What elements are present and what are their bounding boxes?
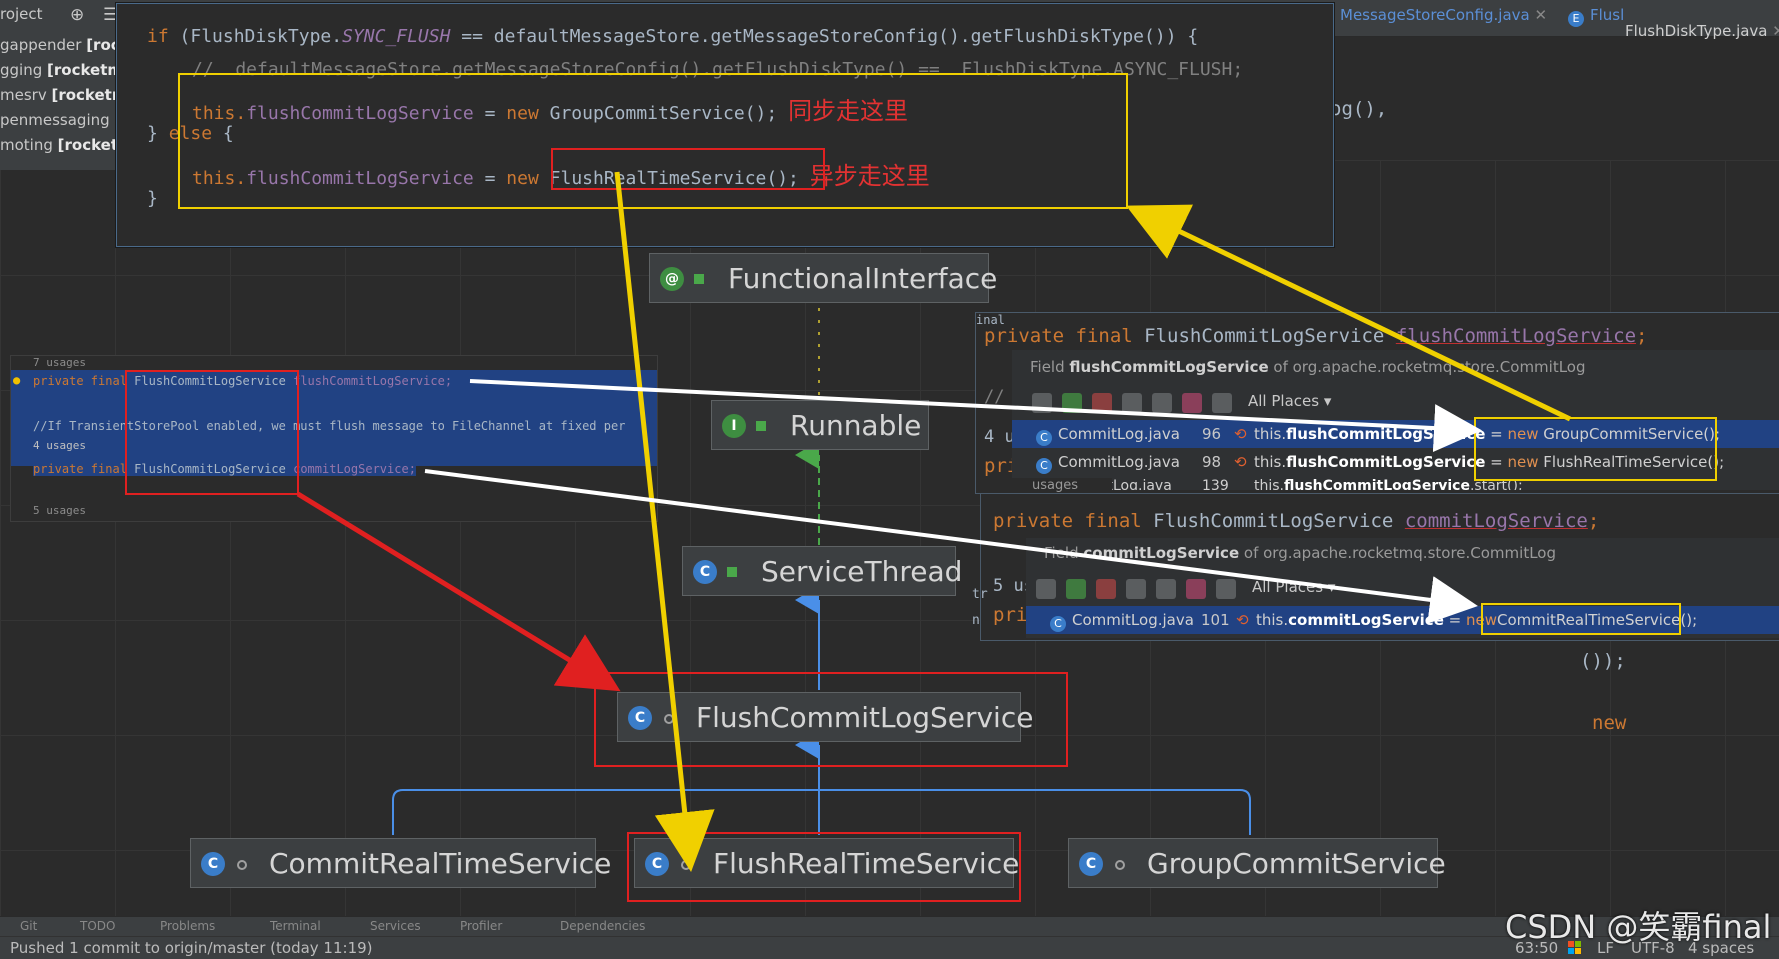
watermark: CSDN @笑霸final (1505, 908, 1772, 946)
toolwindow-todo[interactable]: TODO (80, 919, 115, 933)
arrow-white-flush (469, 379, 1482, 453)
toolwindow-git[interactable]: Git (20, 919, 37, 933)
annotation-arrows (296, 171, 1572, 872)
status-message[interactable]: Pushed 1 commit to origin/master (today … (10, 939, 373, 957)
toolwindow-profiler[interactable]: Profiler (460, 919, 502, 933)
arrow-white-commit (424, 469, 1478, 624)
arrow-yellow-group (1125, 204, 1572, 422)
arrow-yellow-realtime (614, 171, 715, 872)
toolwindow-terminal[interactable]: Terminal (270, 919, 321, 933)
arrow-red-type-to-node (296, 491, 621, 692)
toolwindow-services[interactable]: Services (370, 919, 421, 933)
toolwindow-problems[interactable]: Problems (160, 919, 215, 933)
toolwindow-dependencies[interactable]: Dependencies (560, 919, 645, 933)
